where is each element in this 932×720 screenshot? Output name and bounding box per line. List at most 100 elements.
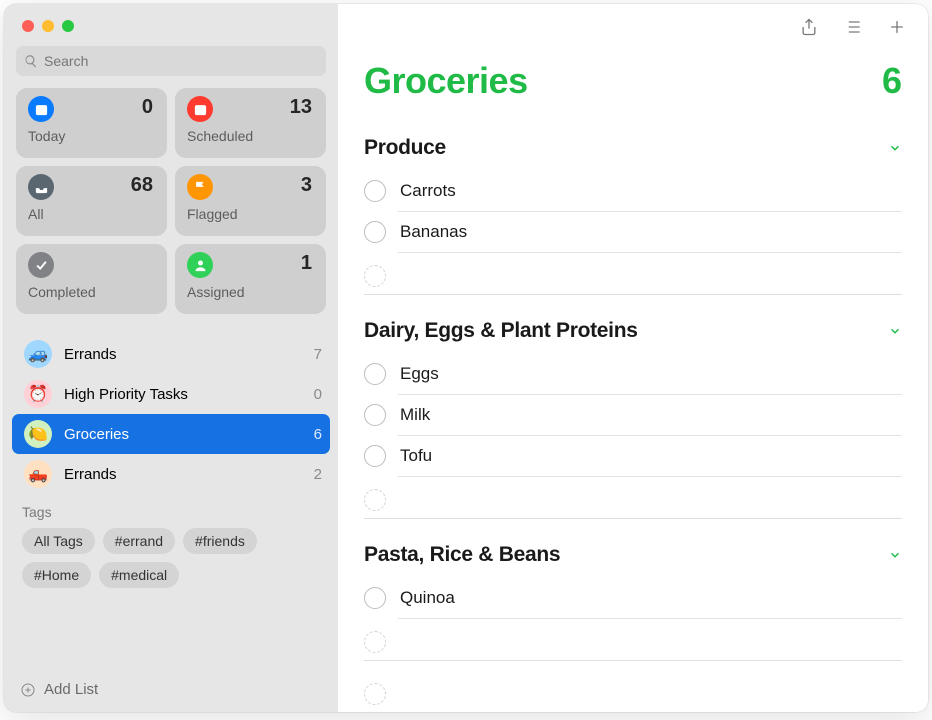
flag-icon — [187, 174, 213, 200]
smart-all-label: All — [28, 206, 155, 222]
section-produce: Produce Carrots Bananas — [364, 130, 902, 295]
section-pasta: Pasta, Rice & Beans Quinoa — [364, 537, 902, 661]
my-lists: 🚙 Errands 7 ⏰ High Priority Tasks 0 🍋 Gr… — [4, 334, 338, 671]
list-item-label: Errands — [64, 466, 302, 483]
tag-errand[interactable]: #errand — [103, 528, 175, 554]
list-total-count: 6 — [882, 60, 902, 102]
complete-toggle[interactable] — [364, 587, 386, 609]
section-header[interactable]: Pasta, Rice & Beans — [364, 537, 902, 578]
section-title: Dairy, Eggs & Plant Proteins — [364, 319, 638, 343]
list-item-high-priority[interactable]: ⏰ High Priority Tasks 0 — [4, 374, 338, 414]
plus-icon — [887, 17, 907, 37]
section-dairy: Dairy, Eggs & Plant Proteins Eggs Milk T… — [364, 313, 902, 519]
new-reminder-slot[interactable] — [364, 257, 902, 295]
smart-scheduled-count: 13 — [290, 96, 312, 119]
reminder-item[interactable]: Tofu — [398, 436, 902, 477]
new-reminder-circle[interactable] — [364, 631, 386, 653]
complete-toggle[interactable] — [364, 404, 386, 426]
tag-home[interactable]: #Home — [22, 562, 91, 588]
list-item-count: 0 — [314, 386, 322, 403]
smart-flagged[interactable]: 3 Flagged — [175, 166, 326, 236]
section-header[interactable]: Dairy, Eggs & Plant Proteins — [364, 313, 902, 354]
new-reminder-circle[interactable] — [364, 265, 386, 287]
reminder-text[interactable]: Tofu — [400, 446, 432, 466]
section-header[interactable]: Produce — [364, 130, 902, 171]
search-input[interactable] — [44, 53, 318, 69]
smart-today[interactable]: 0 Today — [16, 88, 167, 158]
list-item-errands-1[interactable]: 🚙 Errands 7 — [4, 334, 338, 374]
close-window-button[interactable] — [22, 20, 34, 32]
reminder-item[interactable]: Milk — [398, 395, 902, 436]
section-title: Produce — [364, 136, 446, 160]
list-icon: 🍋 — [24, 420, 52, 448]
smart-assigned-label: Assigned — [187, 284, 314, 300]
list-item-errands-2[interactable]: 🛻 Errands 2 — [4, 454, 338, 494]
search-field[interactable] — [16, 46, 326, 76]
maximize-window-button[interactable] — [62, 20, 74, 32]
smart-all[interactable]: 68 All — [16, 166, 167, 236]
new-reminder-circle[interactable] — [364, 489, 386, 511]
list-title-row: Groceries 6 — [364, 60, 902, 102]
calendar-today-icon — [28, 96, 54, 122]
smart-completed[interactable]: Completed — [16, 244, 167, 314]
smart-assigned[interactable]: 1 Assigned — [175, 244, 326, 314]
list-icon: ⏰ — [24, 380, 52, 408]
new-reminder-slot-bottom[interactable] — [364, 675, 902, 712]
reminder-text[interactable]: Quinoa — [400, 588, 455, 608]
tags-header: Tags — [22, 504, 320, 520]
list-title: Groceries — [364, 60, 528, 102]
list-item-label: Errands — [64, 346, 302, 363]
list-item-count: 2 — [314, 466, 322, 483]
smart-flagged-count: 3 — [301, 174, 312, 197]
smart-lists-grid: 0 Today 13 Scheduled 68 All 3 Flagged — [4, 88, 338, 314]
complete-toggle[interactable] — [364, 221, 386, 243]
list-item-label: High Priority Tasks — [64, 386, 302, 403]
minimize-window-button[interactable] — [42, 20, 54, 32]
tags-list: All Tags #errand #friends #Home #medical — [22, 528, 320, 588]
smart-scheduled-label: Scheduled — [187, 128, 314, 144]
complete-toggle[interactable] — [364, 363, 386, 385]
list-icon: 🛻 — [24, 460, 52, 488]
chevron-down-icon — [888, 548, 902, 562]
list-icon: 🚙 — [24, 340, 52, 368]
reminder-item[interactable]: Carrots — [398, 171, 902, 212]
reminder-item[interactable]: Quinoa — [398, 578, 902, 619]
person-icon — [187, 252, 213, 278]
new-reminder-circle[interactable] — [364, 683, 386, 705]
share-icon — [799, 17, 819, 37]
list-icon — [843, 17, 863, 37]
reminder-item[interactable]: Bananas — [398, 212, 902, 253]
smart-scheduled[interactable]: 13 Scheduled — [175, 88, 326, 158]
reminder-item[interactable]: Eggs — [398, 354, 902, 395]
list-item-groceries[interactable]: 🍋 Groceries 6 — [12, 414, 330, 454]
smart-today-label: Today — [28, 128, 155, 144]
reminder-text[interactable]: Milk — [400, 405, 430, 425]
new-reminder-slot[interactable] — [364, 481, 902, 519]
plus-circle-icon — [20, 682, 36, 698]
chevron-down-icon — [888, 324, 902, 338]
reminder-text[interactable]: Carrots — [400, 181, 456, 201]
reminder-text[interactable]: Bananas — [400, 222, 467, 242]
add-list-button[interactable]: Add List — [4, 671, 338, 712]
new-reminder-slot[interactable] — [364, 623, 902, 661]
new-reminder-button[interactable] — [886, 16, 908, 38]
add-list-label: Add List — [44, 681, 98, 698]
search-icon — [24, 54, 38, 68]
complete-toggle[interactable] — [364, 445, 386, 467]
complete-toggle[interactable] — [364, 180, 386, 202]
section-title: Pasta, Rice & Beans — [364, 543, 560, 567]
checkmark-icon — [28, 252, 54, 278]
list-item-label: Groceries — [64, 426, 302, 443]
tray-icon — [28, 174, 54, 200]
calendar-icon — [187, 96, 213, 122]
smart-completed-label: Completed — [28, 284, 155, 300]
list-item-count: 6 — [314, 426, 322, 443]
tag-medical[interactable]: #medical — [99, 562, 179, 588]
window-controls — [4, 4, 338, 42]
tag-all[interactable]: All Tags — [22, 528, 95, 554]
reminder-text[interactable]: Eggs — [400, 364, 439, 384]
toolbar — [338, 4, 928, 50]
tag-friends[interactable]: #friends — [183, 528, 257, 554]
list-view-button[interactable] — [842, 16, 864, 38]
share-button[interactable] — [798, 16, 820, 38]
